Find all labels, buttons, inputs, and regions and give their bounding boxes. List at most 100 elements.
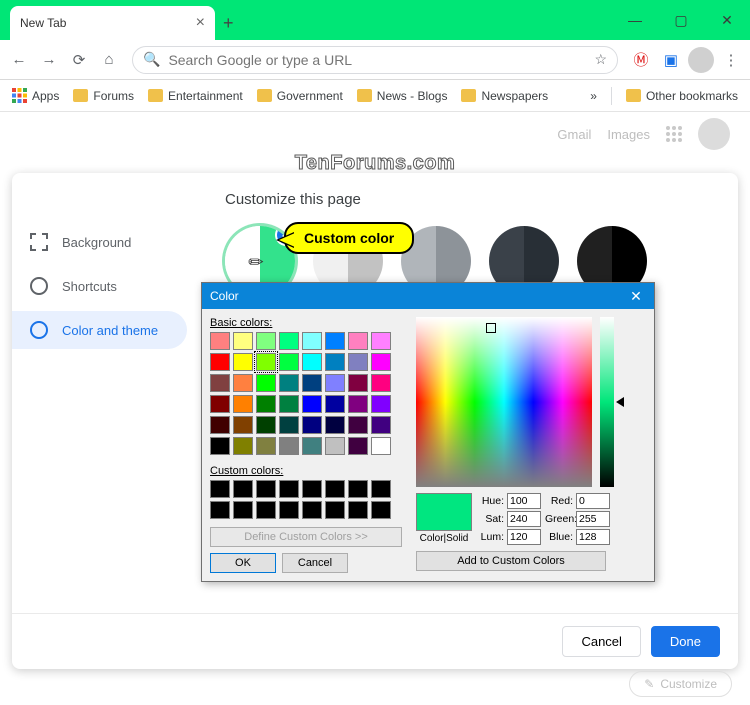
basic-color-swatch[interactable] [325, 437, 345, 455]
sidebar-item-color-theme[interactable]: Color and theme [12, 311, 187, 349]
basic-color-swatch[interactable] [371, 395, 391, 413]
basic-color-swatch[interactable] [279, 353, 299, 371]
basic-color-swatch[interactable] [233, 416, 253, 434]
basic-color-swatch[interactable] [210, 437, 230, 455]
basic-color-swatch[interactable] [348, 374, 368, 392]
basic-color-swatch[interactable] [256, 416, 276, 434]
new-tab-button[interactable]: + [223, 13, 234, 34]
basic-color-swatch[interactable] [233, 374, 253, 392]
custom-color-slot[interactable] [210, 501, 230, 519]
custom-color-slot[interactable] [233, 501, 253, 519]
address-bar[interactable]: 🔍 ☆ [132, 46, 618, 74]
basic-color-swatch[interactable] [302, 332, 322, 350]
basic-color-swatch[interactable] [210, 416, 230, 434]
sat-input[interactable] [507, 511, 541, 527]
custom-color-slot[interactable] [302, 501, 322, 519]
basic-color-swatch[interactable] [325, 374, 345, 392]
bookmark-item[interactable]: Forums [73, 89, 134, 103]
other-bookmarks[interactable]: Other bookmarks [626, 89, 738, 103]
maximize-icon[interactable]: ▢ [658, 0, 704, 40]
basic-color-swatch[interactable] [302, 353, 322, 371]
extension-icon-box[interactable]: ▣ [658, 47, 684, 73]
bookmark-item[interactable]: Newspapers [461, 89, 548, 103]
basic-color-swatch[interactable] [325, 332, 345, 350]
bookmark-item[interactable]: Government [257, 89, 343, 103]
basic-color-swatch[interactable] [233, 332, 253, 350]
basic-color-swatch[interactable] [210, 395, 230, 413]
basic-color-swatch[interactable] [371, 332, 391, 350]
basic-color-swatch[interactable] [302, 374, 322, 392]
basic-color-swatch[interactable] [256, 353, 276, 371]
basic-color-swatch[interactable] [210, 353, 230, 371]
basic-color-swatch[interactable] [371, 437, 391, 455]
basic-color-swatch[interactable] [348, 416, 368, 434]
basic-color-swatch[interactable] [302, 416, 322, 434]
gmail-link[interactable]: Gmail [557, 127, 591, 142]
basic-color-swatch[interactable] [279, 332, 299, 350]
basic-color-swatch[interactable] [302, 395, 322, 413]
gradient-crosshair[interactable] [486, 323, 496, 333]
sidebar-item-background[interactable]: Background [12, 223, 197, 261]
basic-color-swatch[interactable] [348, 353, 368, 371]
hue-input[interactable] [507, 493, 541, 509]
close-tab-icon[interactable]: × [196, 14, 205, 32]
basic-color-swatch[interactable] [371, 353, 391, 371]
apps-shortcut[interactable]: Apps [12, 88, 59, 103]
home-icon[interactable]: ⌂ [96, 47, 122, 73]
basic-color-swatch[interactable] [279, 437, 299, 455]
basic-color-swatch[interactable] [256, 374, 276, 392]
customize-page-button[interactable]: ✎ Customize [629, 671, 732, 697]
basic-color-swatch[interactable] [279, 395, 299, 413]
close-window-icon[interactable]: ✕ [704, 0, 750, 40]
extension-icon-m[interactable]: Ⓜ [628, 47, 654, 73]
forward-icon[interactable]: → [36, 47, 62, 73]
custom-color-slot[interactable] [256, 501, 276, 519]
blue-input[interactable] [576, 529, 610, 545]
red-input[interactable] [576, 493, 610, 509]
basic-color-swatch[interactable] [348, 437, 368, 455]
lum-input[interactable] [507, 529, 541, 545]
color-gradient-picker[interactable] [416, 317, 592, 487]
custom-color-slot[interactable] [256, 480, 276, 498]
basic-color-swatch[interactable] [256, 332, 276, 350]
bookmark-star-icon[interactable]: ☆ [594, 51, 607, 68]
basic-color-swatch[interactable] [348, 395, 368, 413]
custom-color-slot[interactable] [371, 480, 391, 498]
color-ok-button[interactable]: OK [210, 553, 276, 573]
custom-color-slot[interactable] [325, 480, 345, 498]
basic-color-swatch[interactable] [233, 395, 253, 413]
color-dialog-titlebar[interactable]: Color ✕ [202, 283, 654, 309]
images-link[interactable]: Images [607, 127, 650, 142]
basic-color-swatch[interactable] [233, 437, 253, 455]
custom-color-slot[interactable] [279, 480, 299, 498]
browser-tab[interactable]: New Tab × [10, 6, 215, 40]
basic-color-swatch[interactable] [256, 437, 276, 455]
menu-icon[interactable]: ⋮ [718, 47, 744, 73]
basic-color-swatch[interactable] [256, 395, 276, 413]
basic-color-swatch[interactable] [210, 332, 230, 350]
luminance-pointer-icon[interactable] [611, 397, 624, 407]
color-cancel-button[interactable]: Cancel [282, 553, 348, 573]
basic-color-swatch[interactable] [279, 374, 299, 392]
custom-color-slot[interactable] [210, 480, 230, 498]
customize-cancel-button[interactable]: Cancel [562, 626, 640, 657]
bookmark-item[interactable]: Entertainment [148, 89, 243, 103]
basic-color-swatch[interactable] [302, 437, 322, 455]
account-avatar[interactable] [698, 118, 730, 150]
custom-color-slot[interactable] [348, 501, 368, 519]
basic-color-swatch[interactable] [210, 374, 230, 392]
sidebar-item-shortcuts[interactable]: Shortcuts [12, 267, 197, 305]
bookmarks-overflow[interactable]: » [590, 89, 597, 103]
basic-color-swatch[interactable] [371, 374, 391, 392]
minimize-icon[interactable]: — [612, 0, 658, 40]
basic-color-swatch[interactable] [279, 416, 299, 434]
customize-done-button[interactable]: Done [651, 626, 720, 657]
add-to-custom-colors-button[interactable]: Add to Custom Colors [416, 551, 606, 571]
custom-color-slot[interactable] [371, 501, 391, 519]
basic-color-swatch[interactable] [233, 353, 253, 371]
reload-icon[interactable]: ⟳ [66, 47, 92, 73]
basic-color-swatch[interactable] [325, 353, 345, 371]
custom-color-slot[interactable] [325, 501, 345, 519]
basic-color-swatch[interactable] [348, 332, 368, 350]
custom-color-slot[interactable] [302, 480, 322, 498]
